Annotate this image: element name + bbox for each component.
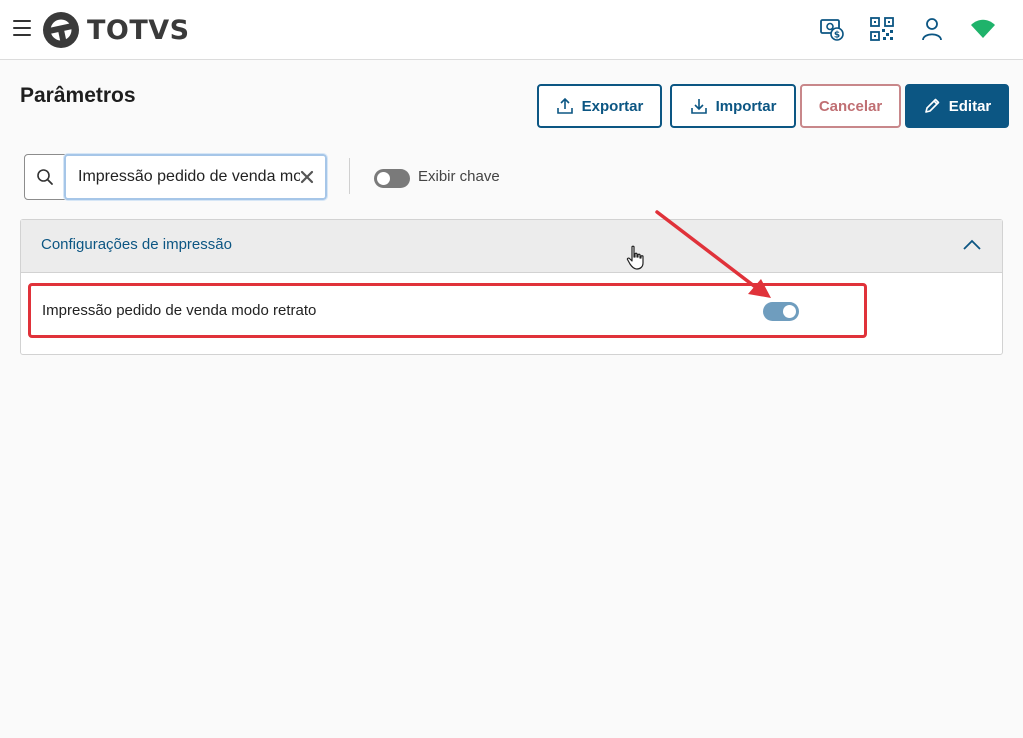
search-icon[interactable] xyxy=(25,155,65,199)
upload-icon xyxy=(556,97,573,114)
accordion-title: Configurações de impressão xyxy=(41,236,232,253)
clear-icon[interactable] xyxy=(299,169,315,185)
svg-text:$: $ xyxy=(834,31,840,41)
pencil-icon xyxy=(924,98,940,113)
menu-icon[interactable] xyxy=(13,20,31,36)
edit-button[interactable]: Editar xyxy=(905,84,1009,128)
search-box xyxy=(24,153,328,201)
top-bar: TOTVS $ xyxy=(0,0,1023,60)
show-key-toggle[interactable] xyxy=(374,169,410,188)
chevron-up-icon[interactable] xyxy=(962,238,982,252)
user-icon[interactable] xyxy=(919,16,945,42)
edit-label: Editar xyxy=(948,97,992,115)
parameter-label: Impressão pedido de venda modo retrato xyxy=(42,302,317,319)
accordion-header[interactable]: Configurações de impressão xyxy=(21,220,1002,273)
toolbar-divider xyxy=(349,158,350,194)
import-button[interactable]: Importar xyxy=(670,84,796,128)
export-label: Exportar xyxy=(581,97,644,115)
money-icon[interactable]: $ xyxy=(819,16,845,42)
parameter-toggle[interactable] xyxy=(763,302,799,321)
brand-name: TOTVS xyxy=(87,14,190,46)
qr-code-icon[interactable] xyxy=(869,16,895,42)
wifi-icon[interactable] xyxy=(970,16,996,42)
toggle-knob xyxy=(377,172,390,185)
export-button[interactable]: Exportar xyxy=(537,84,662,128)
search-input[interactable] xyxy=(78,166,300,188)
page-title: Parâmetros xyxy=(20,84,136,107)
download-icon xyxy=(690,99,707,114)
show-key-label: Exibir chave xyxy=(418,168,500,185)
accordion-print-settings: Configurações de impressão Impressão ped… xyxy=(20,219,1003,355)
import-label: Importar xyxy=(715,97,777,115)
brand-logo[interactable]: TOTVS xyxy=(42,11,190,49)
totvs-logo-icon xyxy=(43,12,79,48)
cancel-button[interactable]: Cancelar xyxy=(800,84,901,128)
cancel-label: Cancelar xyxy=(818,97,883,115)
toggle-knob xyxy=(783,305,796,318)
search-field xyxy=(63,153,328,201)
